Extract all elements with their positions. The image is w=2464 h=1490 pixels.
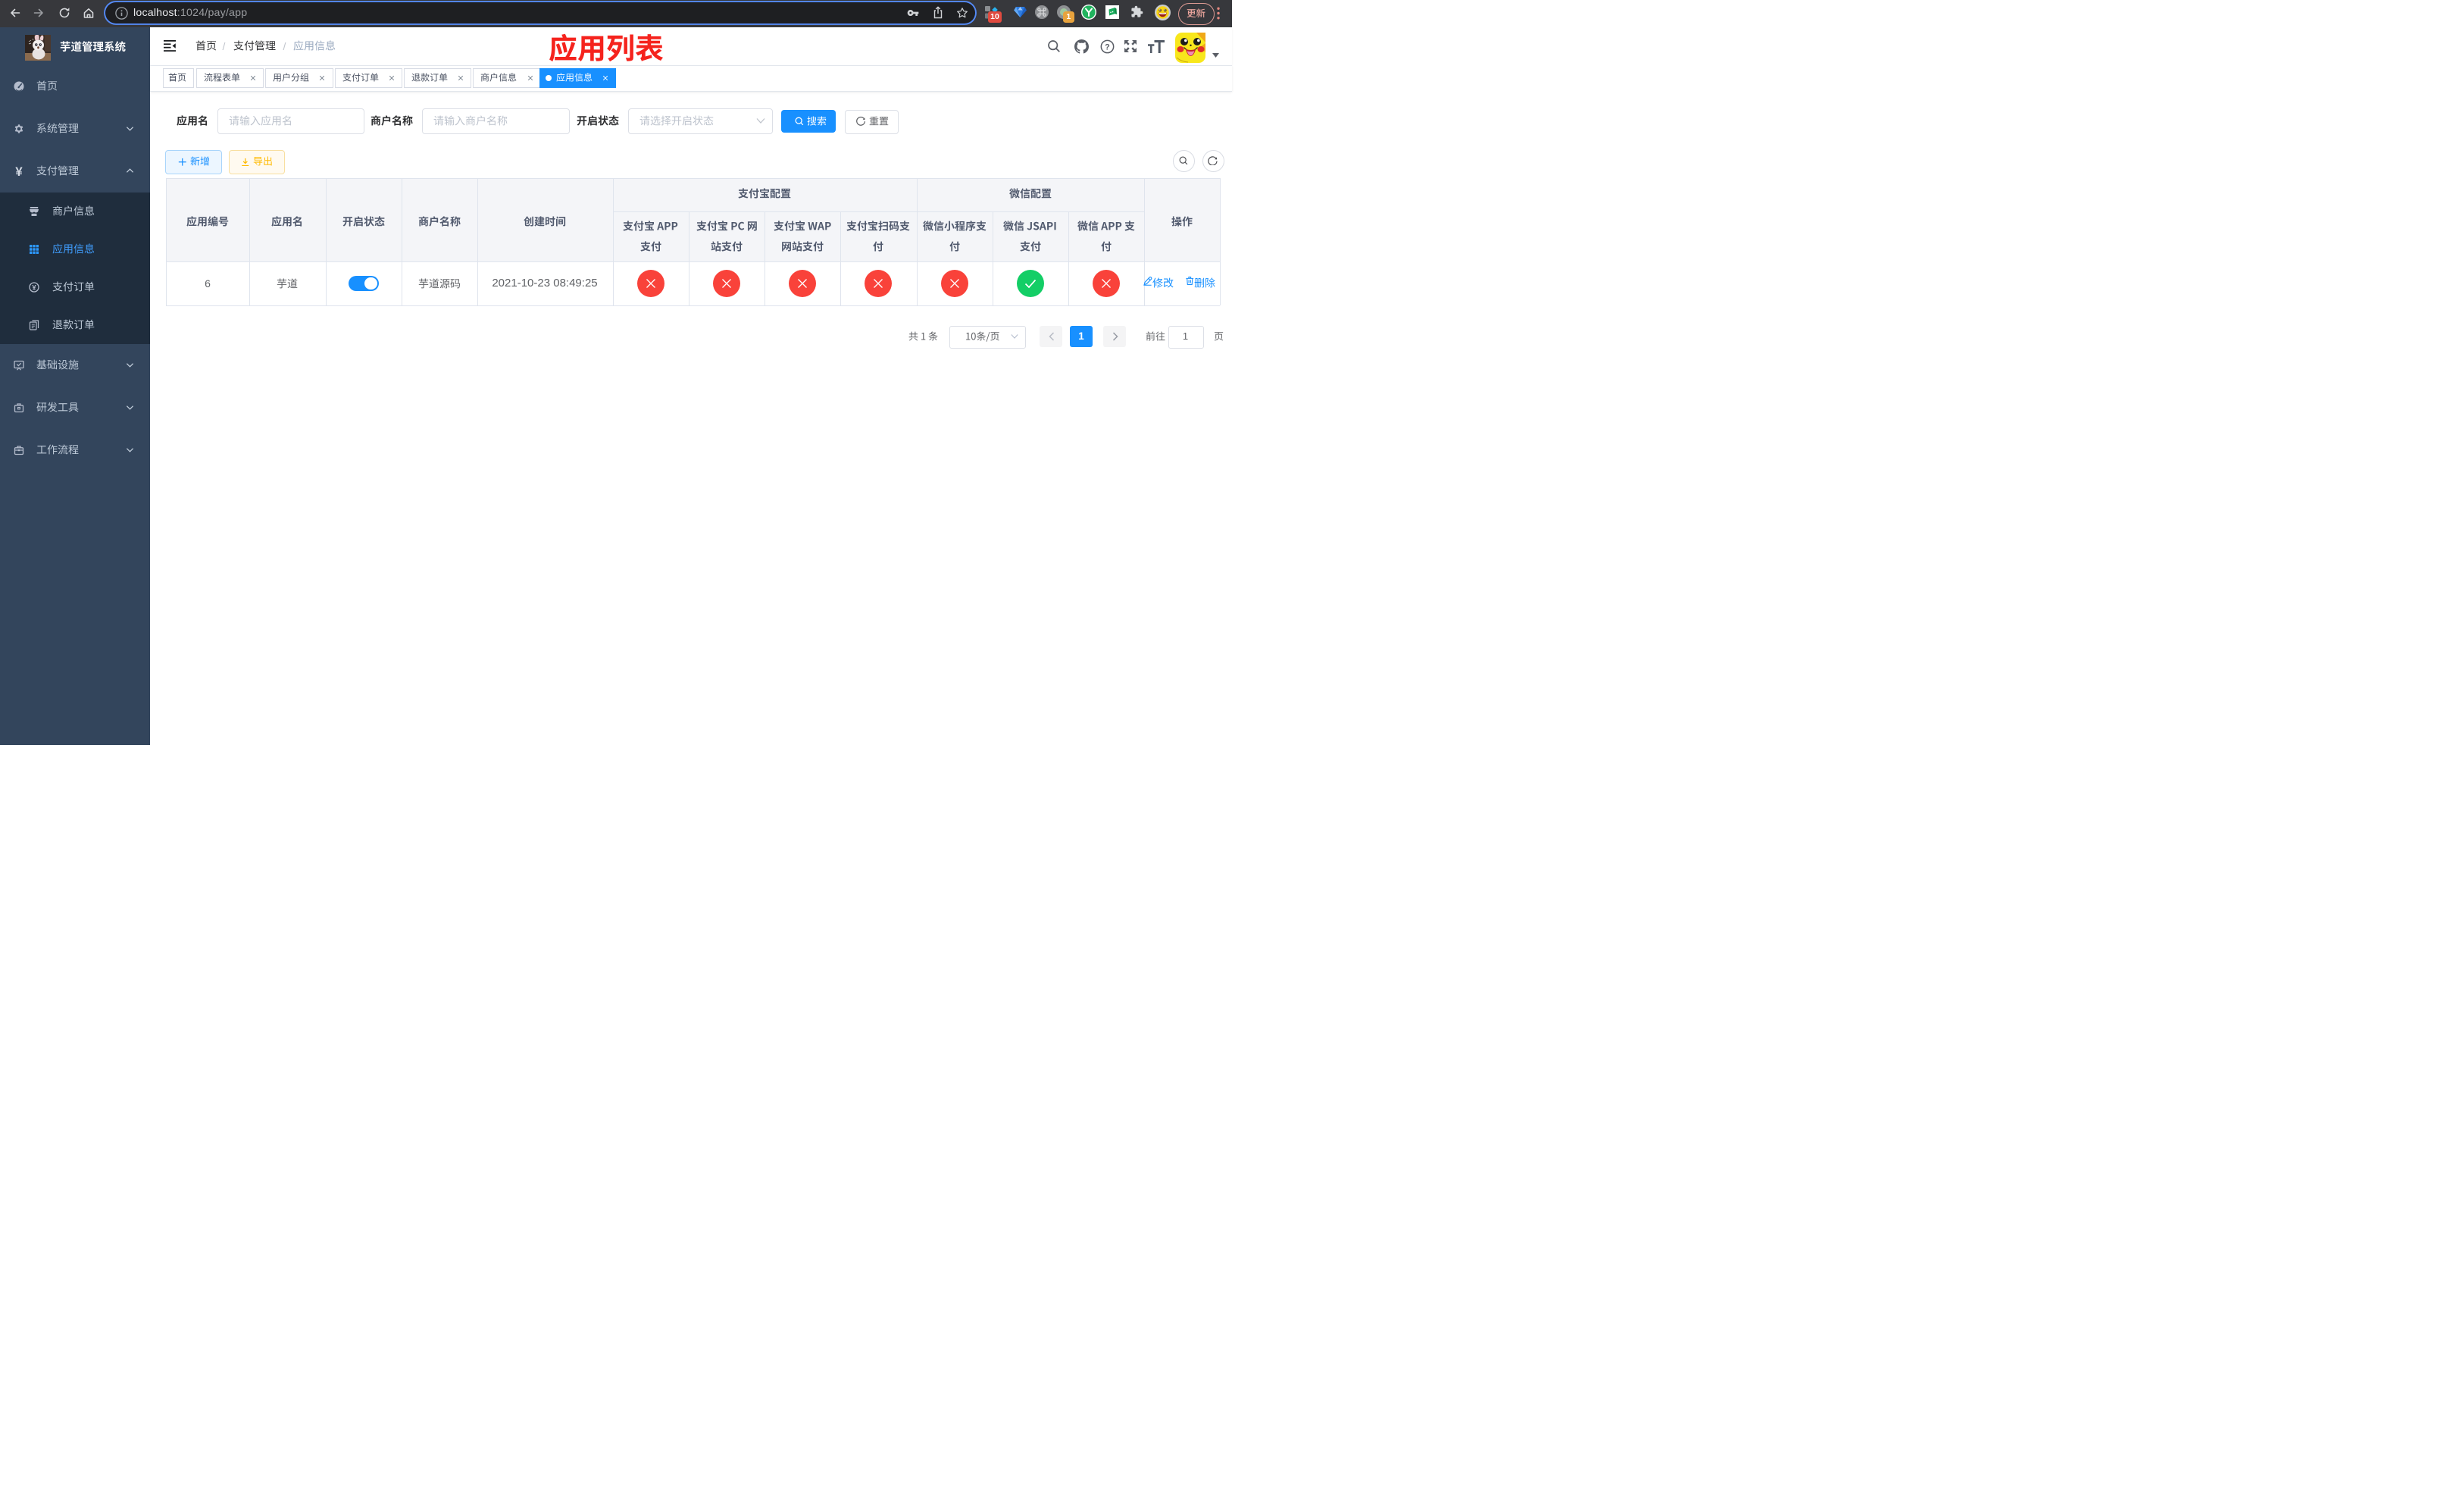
svg-text:¥: ¥ <box>15 166 23 177</box>
svg-text:¥: ¥ <box>32 283 36 292</box>
svg-text:?: ? <box>1105 42 1110 52</box>
